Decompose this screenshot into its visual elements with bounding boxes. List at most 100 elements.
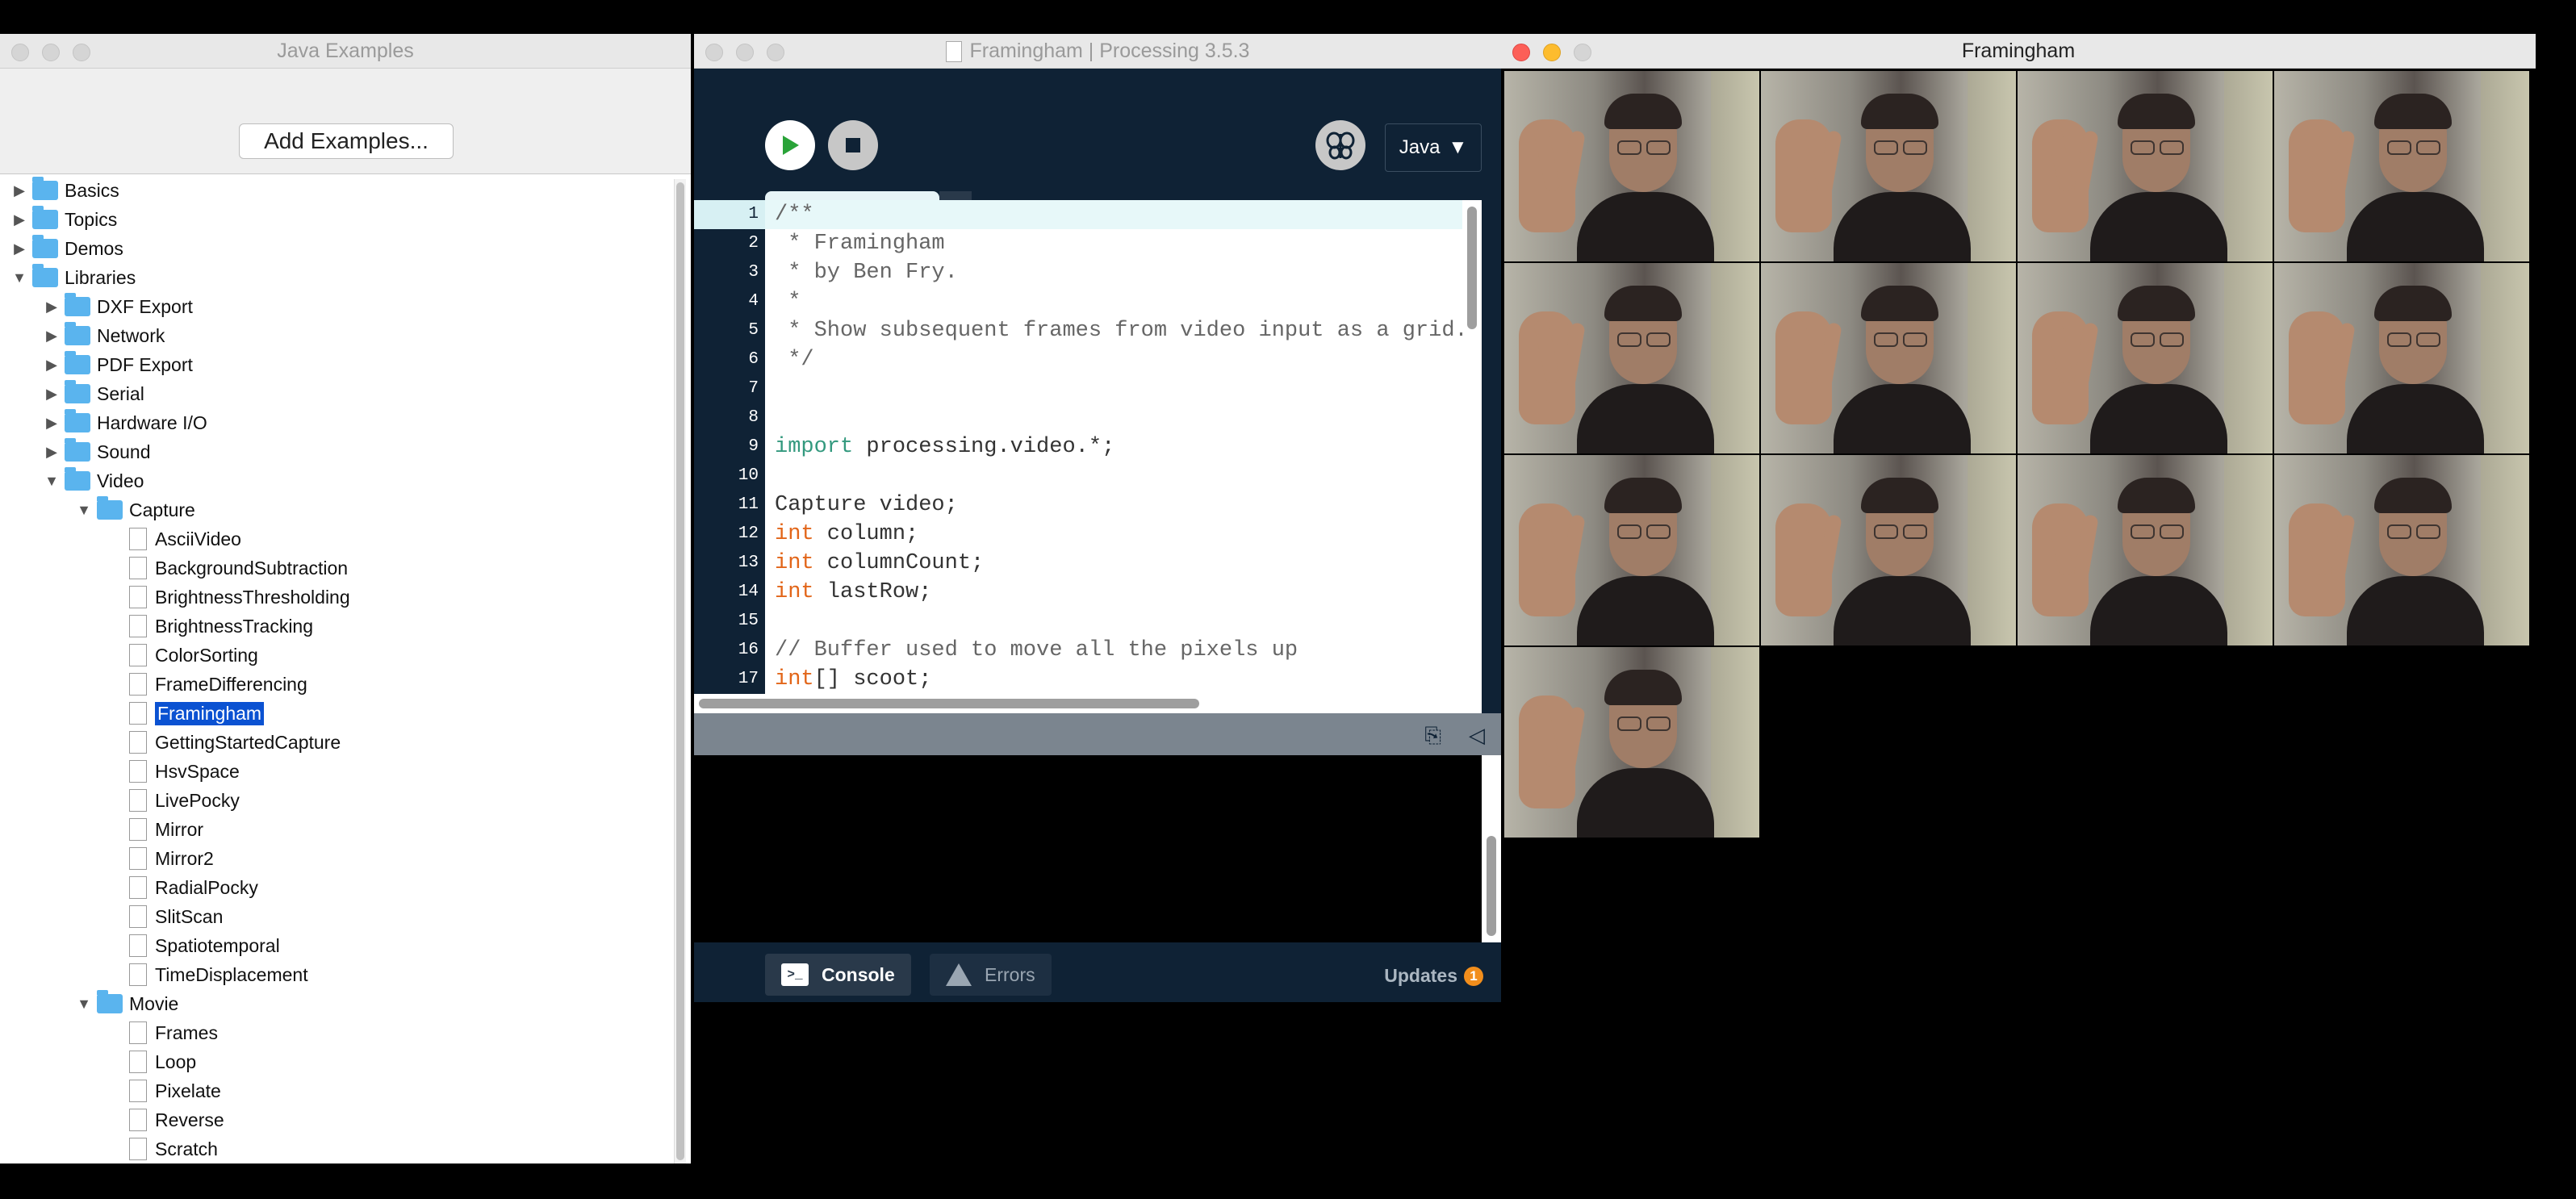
examples-titlebar[interactable]: Java Examples [0, 34, 691, 69]
code-line[interactable]: * Framingham [765, 229, 1482, 258]
code-area[interactable]: /** * Framingham * by Ben Fry. * * Show … [765, 200, 1482, 699]
scrollbar-thumb[interactable] [1487, 836, 1496, 936]
code-line[interactable]: // Buffer used to move all the pixels up [765, 636, 1482, 665]
editor-titlebar[interactable]: Framingham | Processing 3.5.3 [694, 34, 1501, 69]
tree-folder-item[interactable]: ▶ Hardware I/O [0, 408, 207, 437]
tree-folder-item[interactable]: ▶ Topics [0, 205, 117, 234]
disclosure-collapsed-icon[interactable]: ▶ [42, 386, 61, 403]
tree-folder-item[interactable]: ▶ PDF Export [0, 350, 193, 379]
debug-butterfly-icon[interactable] [1315, 120, 1365, 170]
tree-file-item[interactable]: Framingham [0, 699, 265, 728]
code-editor[interactable]: 1 2 3 4 5 6 7 8 9 10 11 12 13 14 15 16 17 /** * Framingh… [694, 200, 1482, 699]
console-scrollbar[interactable] [1482, 755, 1501, 942]
tree-file-item[interactable]: Mirror2 [0, 844, 214, 873]
minimize-button[interactable] [42, 44, 60, 61]
disclosure-collapsed-icon[interactable]: ▶ [42, 444, 61, 461]
examples-scrollbar[interactable] [674, 179, 686, 1163]
close-button[interactable] [1512, 44, 1530, 61]
code-line[interactable]: * [765, 287, 1482, 316]
code-line[interactable]: Capture video; [765, 491, 1482, 520]
tree-file-item[interactable]: Pixelate [0, 1076, 221, 1105]
tree-file-item[interactable]: Frames [0, 1018, 218, 1047]
console-tab[interactable]: >_ Console [765, 954, 911, 996]
disclosure-collapsed-icon[interactable]: ▶ [10, 240, 29, 257]
console-output[interactable] [694, 755, 1482, 942]
updates-button[interactable]: Updates 1 [1384, 965, 1483, 987]
disclosure-expanded-icon[interactable]: ▼ [74, 996, 94, 1013]
tree-file-item[interactable]: ColorSorting [0, 641, 258, 670]
disclosure-expanded-icon[interactable]: ▼ [42, 473, 61, 490]
collapse-icon[interactable]: ◁ [1469, 723, 1485, 749]
tree-file-item[interactable]: Loop [0, 1047, 196, 1076]
copy-icon[interactable]: ⎘ [1424, 723, 1441, 749]
disclosure-collapsed-icon[interactable]: ▶ [10, 182, 29, 199]
errors-tab[interactable]: Errors [930, 954, 1052, 996]
disclosure-expanded-icon[interactable]: ▼ [74, 502, 94, 519]
code-line[interactable]: int column; [765, 520, 1482, 549]
code-line[interactable] [765, 462, 1482, 491]
output-titlebar[interactable]: Framingham [1501, 34, 2536, 69]
zoom-button[interactable] [1574, 44, 1591, 61]
code-line[interactable]: int lastRow; [765, 578, 1482, 607]
tree-file-item[interactable]: Reverse [0, 1105, 224, 1134]
tree-file-item[interactable]: RadialPocky [0, 873, 258, 902]
disclosure-collapsed-icon[interactable]: ▶ [10, 211, 29, 228]
zoom-button[interactable] [767, 44, 784, 61]
tree-file-item[interactable]: BackgroundSubtraction [0, 554, 348, 583]
tree-file-item[interactable]: Spatiotemporal [0, 931, 280, 960]
code-line[interactable]: * by Ben Fry. [765, 258, 1482, 287]
close-button[interactable] [11, 44, 29, 61]
tree-folder-item[interactable]: ▶ Network [0, 321, 165, 350]
disclosure-collapsed-icon[interactable]: ▶ [42, 328, 61, 345]
tree-file-item[interactable]: LivePocky [0, 786, 240, 815]
code-line[interactable] [765, 403, 1482, 432]
tree-folder-item[interactable]: ▶ Serial [0, 379, 144, 408]
tree-file-item[interactable]: AsciiVideo [0, 524, 241, 554]
tree-file-item[interactable]: TimeDisplacement [0, 960, 308, 989]
tree-folder-item[interactable]: ▼ Video [0, 466, 144, 495]
code-line[interactable]: /** [765, 200, 1482, 229]
stop-button[interactable] [828, 120, 878, 170]
tree-file-item[interactable]: BrightnessThresholding [0, 583, 350, 612]
tree-folder-item[interactable]: ▼ Movie [0, 989, 178, 1018]
tree-file-item[interactable]: Mirror [0, 815, 203, 844]
editor-vertical-scrollbar[interactable] [1462, 200, 1482, 699]
tree-folder-item[interactable]: ▶ Basics [0, 176, 119, 205]
tree-folder-item[interactable]: ▼ Capture [0, 495, 195, 524]
code-line[interactable]: * Show subsequent frames from video inpu… [765, 316, 1482, 345]
run-button[interactable] [765, 120, 815, 170]
mode-selector[interactable]: Java ▼ [1385, 123, 1482, 172]
tree-folder-item[interactable]: ▶ Sound [0, 437, 151, 466]
editor-horizontal-scrollbar[interactable] [694, 694, 1482, 713]
tree-folder-item[interactable]: ▼ Libraries [0, 263, 136, 292]
scrollbar-thumb[interactable] [699, 699, 1199, 708]
disclosure-collapsed-icon[interactable]: ▶ [42, 415, 61, 432]
line-number: 13 [738, 554, 759, 572]
scrollbar-thumb[interactable] [676, 182, 684, 1160]
close-button[interactable] [705, 44, 723, 61]
tree-folder-item[interactable]: ▶ DXF Export [0, 292, 193, 321]
code-line[interactable] [765, 374, 1482, 403]
minimize-button[interactable] [1543, 44, 1561, 61]
disclosure-collapsed-icon[interactable]: ▶ [42, 357, 61, 374]
zoom-button[interactable] [73, 44, 90, 61]
tree-file-item[interactable]: GettingStartedCapture [0, 728, 341, 757]
disclosure-expanded-icon[interactable]: ▼ [10, 269, 29, 286]
minimize-button[interactable] [736, 44, 754, 61]
tree-file-item[interactable]: SlitScan [0, 902, 223, 931]
code-line[interactable] [765, 607, 1482, 636]
tree-file-item[interactable]: HsvSpace [0, 757, 240, 786]
tree-file-item[interactable]: FrameDifferencing [0, 670, 307, 699]
person-hair [1604, 670, 1682, 705]
tree-file-item[interactable]: Scratch [0, 1134, 218, 1163]
disclosure-collapsed-icon[interactable]: ▶ [42, 299, 61, 315]
add-examples-button[interactable]: Add Examples... [239, 123, 454, 159]
scrollbar-thumb[interactable] [1467, 207, 1477, 329]
code-line[interactable]: int columnCount; [765, 549, 1482, 578]
code-line[interactable]: import processing.video.*; [765, 432, 1482, 462]
console-divider[interactable]: ⎘ ◁ [694, 713, 1501, 755]
code-line[interactable]: */ [765, 345, 1482, 374]
tree-folder-item[interactable]: ▶ Demos [0, 234, 123, 263]
tree-file-item[interactable]: BrightnessTracking [0, 612, 313, 641]
code-line[interactable]: int[] scoot; [765, 665, 1482, 694]
